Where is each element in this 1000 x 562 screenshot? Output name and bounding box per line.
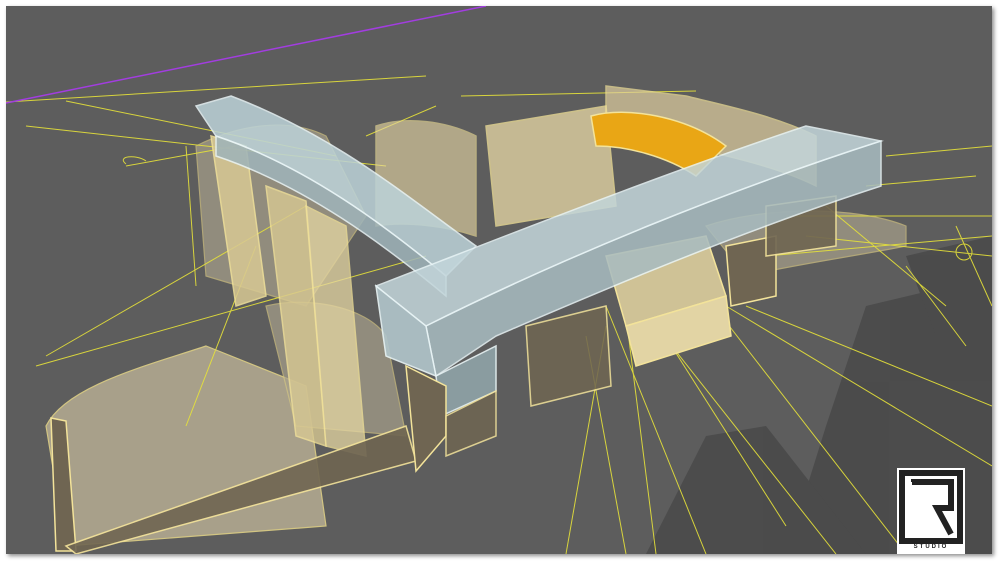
axis-line — [6, 6, 487, 104]
r-studio-logo — [897, 468, 965, 554]
screenshot-frame: STUDIO — [6, 6, 992, 554]
3d-model-viewport[interactable] — [6, 6, 992, 554]
logo-caption: STUDIO — [913, 544, 949, 550]
